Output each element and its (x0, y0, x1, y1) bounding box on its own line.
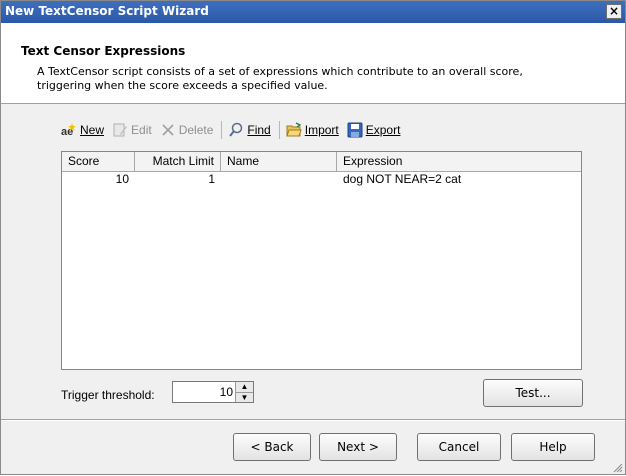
wizard-window: New TextCensor Script Wizard × Text Cens… (0, 0, 626, 475)
save-disk-icon (347, 122, 363, 138)
delete-button[interactable]: Delete (160, 122, 214, 138)
expression-list[interactable]: Score Match Limit Name Expression 10 1 d… (61, 151, 582, 370)
resize-grip-icon[interactable] (613, 462, 623, 473)
delete-x-icon (160, 122, 176, 138)
new-button[interactable]: ae New (61, 122, 104, 138)
trigger-threshold-stepper[interactable]: 10 ▲ ▼ (172, 381, 254, 403)
trigger-threshold-value[interactable]: 10 (220, 385, 233, 399)
find-button[interactable]: Find (228, 122, 271, 138)
import-button[interactable]: Import (286, 122, 339, 138)
cell-expression: dog NOT NEAR=2 cat (343, 172, 462, 186)
column-match-limit[interactable]: Match Limit (135, 152, 221, 171)
cell-match-limit: 1 (208, 172, 215, 186)
toolbar-separator (221, 121, 223, 139)
spin-arrows[interactable]: ▲ ▼ (235, 382, 253, 402)
open-folder-icon (286, 122, 302, 138)
toolbar-separator (278, 121, 280, 139)
edit-button[interactable]: Edit (112, 122, 152, 138)
find-label: Find (247, 123, 271, 137)
footer-divider-highlight (1, 420, 625, 421)
cancel-button[interactable]: Cancel (417, 433, 501, 461)
edit-label: Edit (131, 123, 152, 137)
delete-label: Delete (178, 123, 214, 137)
export-label: Export (365, 123, 401, 137)
window-title: New TextCensor Script Wizard (5, 4, 209, 18)
spin-up-icon[interactable]: ▲ (236, 382, 253, 392)
import-label: Import (304, 123, 339, 137)
magnifier-icon (228, 122, 244, 138)
new-expression-icon: ae (61, 122, 77, 138)
test-button[interactable]: Test... (483, 379, 583, 407)
column-name[interactable]: Name (221, 152, 337, 171)
export-button[interactable]: Export (347, 122, 401, 138)
list-header: Score Match Limit Name Expression (62, 152, 581, 172)
edit-document-icon (112, 122, 128, 138)
spin-down-icon[interactable]: ▼ (236, 392, 253, 402)
wizard-header: Text Censor Expressions A TextCensor scr… (1, 23, 625, 104)
table-row[interactable]: 10 1 dog NOT NEAR=2 cat (62, 171, 581, 188)
back-button[interactable]: < Back (233, 433, 311, 461)
title-bar[interactable]: New TextCensor Script Wizard × (1, 1, 625, 24)
new-label: New (80, 123, 105, 137)
trigger-row: Trigger threshold: 10 ▲ ▼ Test... (61, 379, 585, 409)
close-icon: × (608, 4, 620, 18)
column-expression[interactable]: Expression (337, 152, 581, 171)
next-button[interactable]: Next > (319, 433, 397, 461)
help-button[interactable]: Help (511, 433, 595, 461)
column-score[interactable]: Score (62, 152, 135, 171)
page-description: A TextCensor script consists of a set of… (37, 65, 523, 92)
page-title: Text Censor Expressions (21, 44, 186, 58)
expression-toolbar: ae New Edit Delete Find Import Export (61, 119, 408, 141)
cell-score: 10 (115, 172, 129, 186)
trigger-threshold-label: Trigger threshold: (61, 388, 155, 402)
close-button[interactable]: × (606, 4, 622, 19)
